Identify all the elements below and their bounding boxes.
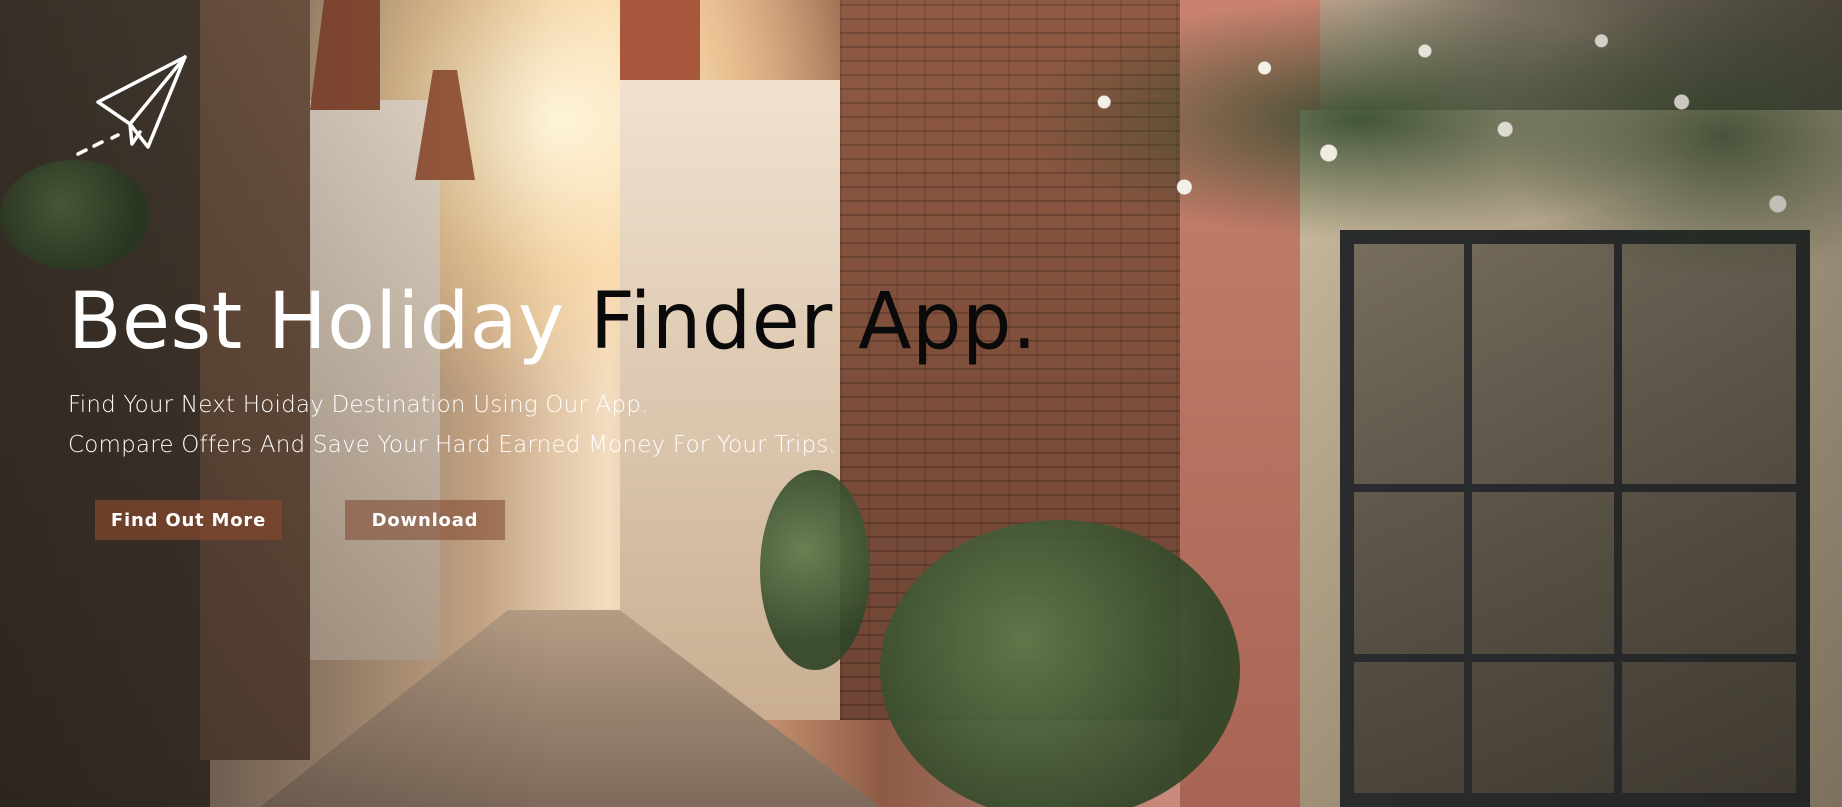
hero-subtitle-line-2: Compare Offers And Save Your Hard Earned… <box>68 432 836 458</box>
hero-headline-light: Best Holiday <box>68 277 565 367</box>
logo[interactable] <box>70 52 190 162</box>
download-button[interactable]: Download <box>345 500 505 540</box>
hero-headline-dark: Finder App. <box>564 277 1038 367</box>
hero-headline: Best Holiday Finder App. <box>68 283 1037 361</box>
find-out-more-button[interactable]: Find Out More <box>95 500 282 540</box>
paper-plane-icon <box>76 55 187 156</box>
hero-section: Best Holiday Finder App. Find Your Next … <box>0 0 1842 807</box>
hero-subtitle-line-1: Find Your Next Hoiday Destination Using … <box>68 392 649 418</box>
